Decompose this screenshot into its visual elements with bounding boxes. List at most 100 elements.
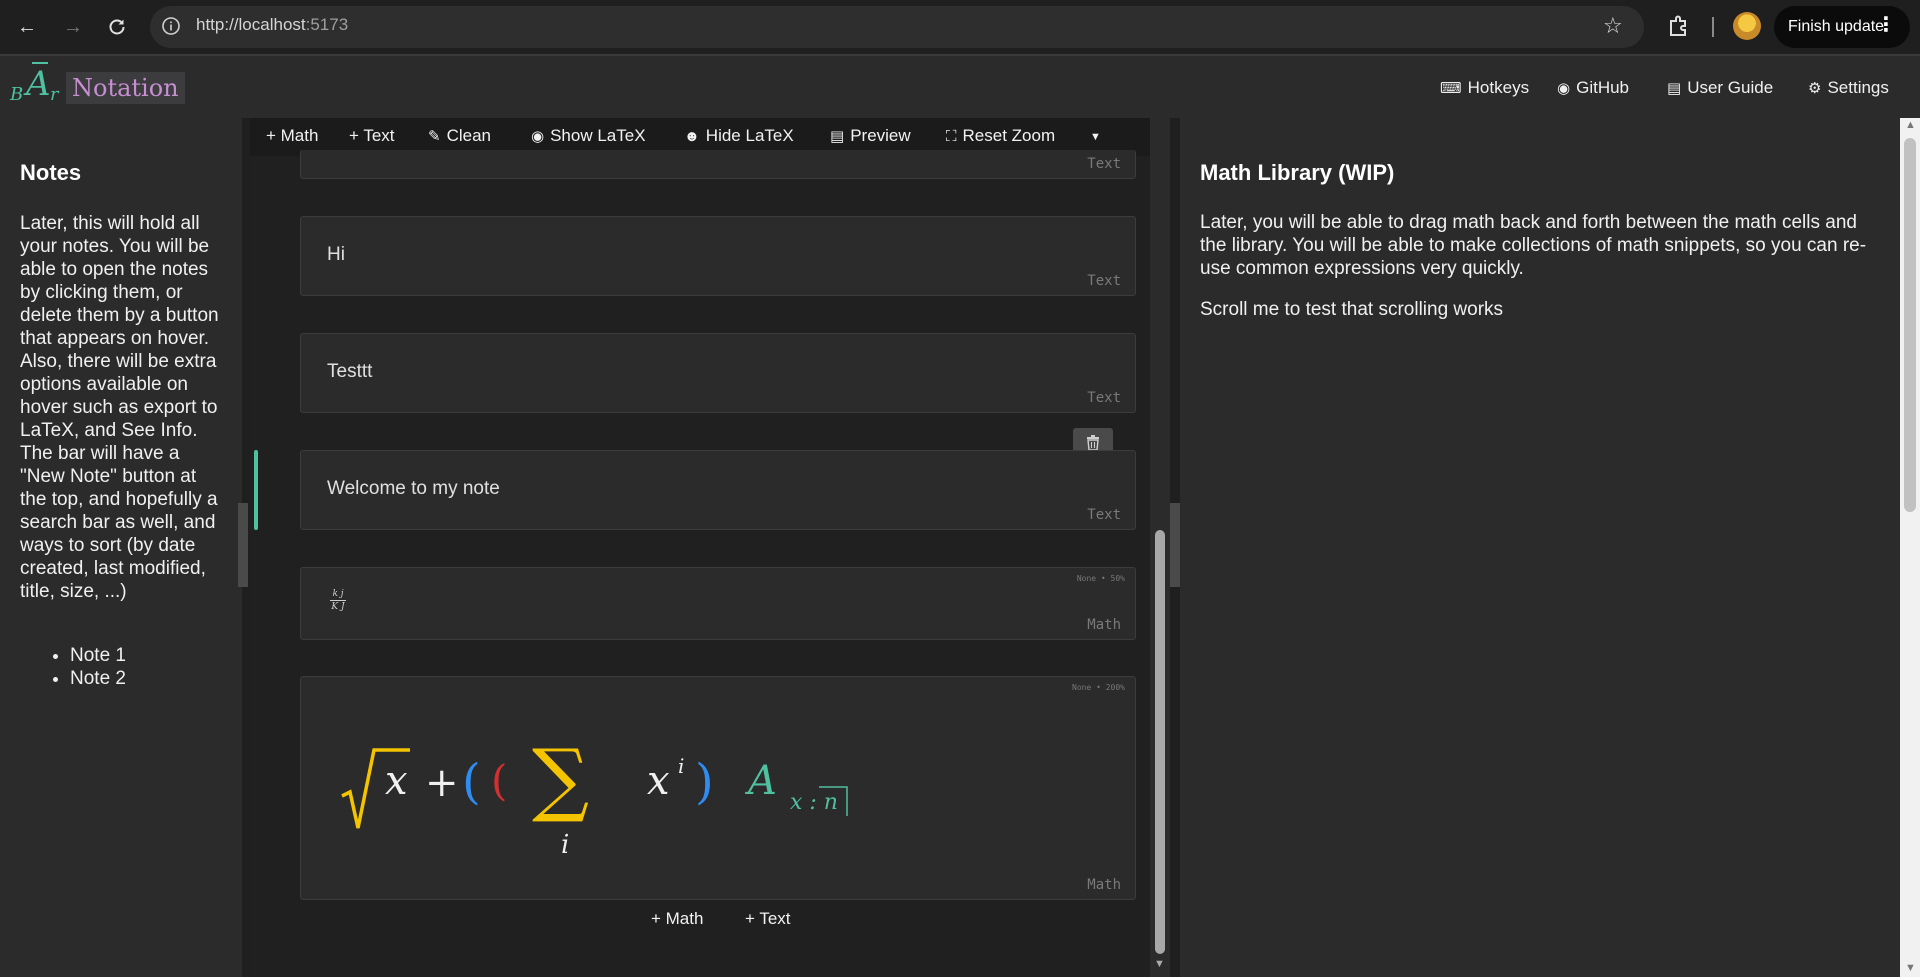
- fraction-bar: [330, 600, 346, 601]
- bottom-add-math-button[interactable]: + Math: [651, 909, 703, 929]
- cell-type-label: Math: [1087, 617, 1121, 633]
- github-icon: ◉: [1557, 80, 1571, 97]
- notes-description: Later, this will hold all your notes. Yo…: [20, 213, 219, 602]
- profile-avatar[interactable]: [1733, 12, 1761, 40]
- text-cell[interactable]: Welcome to my note Text: [300, 450, 1136, 530]
- math-sum-index: i: [561, 830, 570, 860]
- broom-icon: ✎: [428, 128, 441, 145]
- logo-b: B: [10, 84, 24, 105]
- monkey-icon: ☻: [684, 128, 700, 145]
- toolbar-dropdown-icon[interactable]: ▼: [1090, 131, 1101, 143]
- text-cell[interactable]: Hi Text: [300, 216, 1136, 296]
- add-math-button[interactable]: + Math: [266, 126, 318, 146]
- cell-type-label: Text: [1087, 507, 1121, 523]
- github-label: GitHub: [1576, 78, 1630, 97]
- cell-text[interactable]: Testtt: [327, 361, 372, 383]
- library-scroll-note: Scroll me to test that scrolling works: [1200, 299, 1504, 320]
- math-cell[interactable]: None • 50% Math: [300, 567, 1136, 640]
- cell-text[interactable]: Welcome to my note: [327, 478, 500, 500]
- logo-word: Notation: [66, 72, 185, 104]
- math-radicand: x: [385, 758, 408, 804]
- scroll-down-icon[interactable]: ▼: [1154, 958, 1165, 970]
- math-paren-open-inner: (: [491, 756, 508, 805]
- extensions-icon[interactable]: [1666, 13, 1692, 39]
- fraction-numerator: k j: [332, 589, 344, 599]
- text-cell[interactable]: Text: [300, 150, 1136, 179]
- hotkeys-link[interactable]: ⌨ Hotkeys: [1440, 78, 1529, 98]
- scroll-icon: ▤: [830, 128, 845, 145]
- library-description: Later, you will be able to drag math bac…: [1200, 212, 1867, 279]
- note-item[interactable]: Note 2: [70, 667, 126, 690]
- library-title: Math Library (WIP): [1200, 160, 1395, 185]
- hotkeys-label: Hotkeys: [1467, 78, 1530, 97]
- text-cell[interactable]: Testtt Text: [300, 333, 1136, 413]
- gear-icon: ⚙: [1808, 80, 1822, 97]
- math-superscript: i: [678, 754, 685, 778]
- url-host: http://localhost: [196, 15, 306, 34]
- url-text[interactable]: http://localhost:5173: [196, 15, 348, 35]
- finish-update-button[interactable]: Finish update ⋮: [1774, 6, 1910, 48]
- math-sum: ∑: [532, 732, 590, 825]
- books-icon: ▤: [1667, 80, 1682, 97]
- github-link[interactable]: ◉ GitHub: [1557, 78, 1629, 98]
- cell-type-label: Math: [1087, 877, 1121, 893]
- keyboard-icon: ⌨: [1440, 80, 1462, 97]
- left-resize-handle[interactable]: [238, 503, 248, 587]
- reset-zoom-label: Reset Zoom: [962, 126, 1056, 145]
- focus-accent-bar: [254, 450, 258, 530]
- cell-text[interactable]: Hi: [327, 244, 345, 266]
- cell-type-label: Text: [1087, 390, 1121, 406]
- right-resize-handle[interactable]: [1170, 503, 1180, 587]
- more-menu-icon: ⋮: [1876, 14, 1896, 36]
- math-angle-bracket: [819, 786, 848, 816]
- hide-latex-button[interactable]: ☻ Hide LaTeX: [684, 126, 794, 146]
- math-paren-close: ): [695, 754, 714, 810]
- note-item[interactable]: Note 1: [70, 644, 126, 667]
- bottom-add-text-button[interactable]: + Text: [745, 909, 791, 929]
- library-scrollbar-thumb[interactable]: [1904, 138, 1916, 512]
- math-A: A: [748, 758, 777, 804]
- math-plus: +: [425, 760, 459, 806]
- site-info-icon[interactable]: [160, 15, 182, 37]
- back-icon[interactable]: ←: [12, 12, 42, 42]
- clean-button[interactable]: ✎ Clean: [428, 126, 491, 146]
- reload-icon[interactable]: [102, 12, 132, 42]
- add-text-button[interactable]: + Text: [349, 126, 395, 146]
- math-x: x: [647, 758, 670, 804]
- finish-update-label: Finish update: [1788, 18, 1885, 35]
- preview-button[interactable]: ▤ Preview: [830, 126, 911, 146]
- url-port: :5173: [305, 15, 349, 34]
- trash-icon: [1087, 435, 1099, 451]
- user-guide-link[interactable]: ▤ User Guide: [1667, 78, 1773, 98]
- editor-scrollbar-thumb[interactable]: [1155, 530, 1165, 954]
- hide-latex-label: Hide LaTeX: [705, 126, 794, 145]
- math-fraction[interactable]: k j K J: [330, 589, 346, 612]
- math-paren-open: (: [462, 754, 481, 810]
- notes-title: Notes: [20, 160, 82, 185]
- settings-label: Settings: [1827, 78, 1889, 97]
- address-bar[interactable]: [150, 6, 1644, 48]
- cell-type-label: Text: [1087, 156, 1121, 172]
- app-header: [0, 56, 1920, 118]
- logo-r: r: [50, 84, 59, 105]
- clean-label: Clean: [446, 126, 491, 145]
- user-guide-label: User Guide: [1687, 78, 1774, 97]
- bookmark-star-icon[interactable]: ☆: [1603, 13, 1623, 39]
- scroll-up-icon[interactable]: ▲: [1905, 119, 1916, 131]
- fraction-denominator: K J: [331, 602, 345, 612]
- cell-type-label: Text: [1087, 273, 1121, 289]
- toolbar-separator: [1712, 17, 1714, 37]
- show-latex-label: Show LaTeX: [550, 126, 646, 145]
- forward-icon[interactable]: →: [58, 12, 88, 42]
- show-latex-button[interactable]: ◉ Show LaTeX: [531, 126, 646, 146]
- logo-a: A: [26, 64, 51, 104]
- reset-zoom-button[interactable]: ⛶ Reset Zoom: [946, 126, 1055, 146]
- cell-zoom-meta: None • 200%: [1072, 683, 1125, 692]
- eye-icon: ◉: [531, 128, 545, 145]
- cell-zoom-meta: None • 50%: [1076, 574, 1125, 583]
- preview-label: Preview: [850, 126, 911, 145]
- settings-link[interactable]: ⚙ Settings: [1808, 78, 1889, 98]
- fullscreen-icon: ⛶: [946, 128, 957, 145]
- notes-list: Note 1 Note 2: [20, 644, 126, 690]
- scroll-down-icon[interactable]: ▼: [1905, 962, 1916, 974]
